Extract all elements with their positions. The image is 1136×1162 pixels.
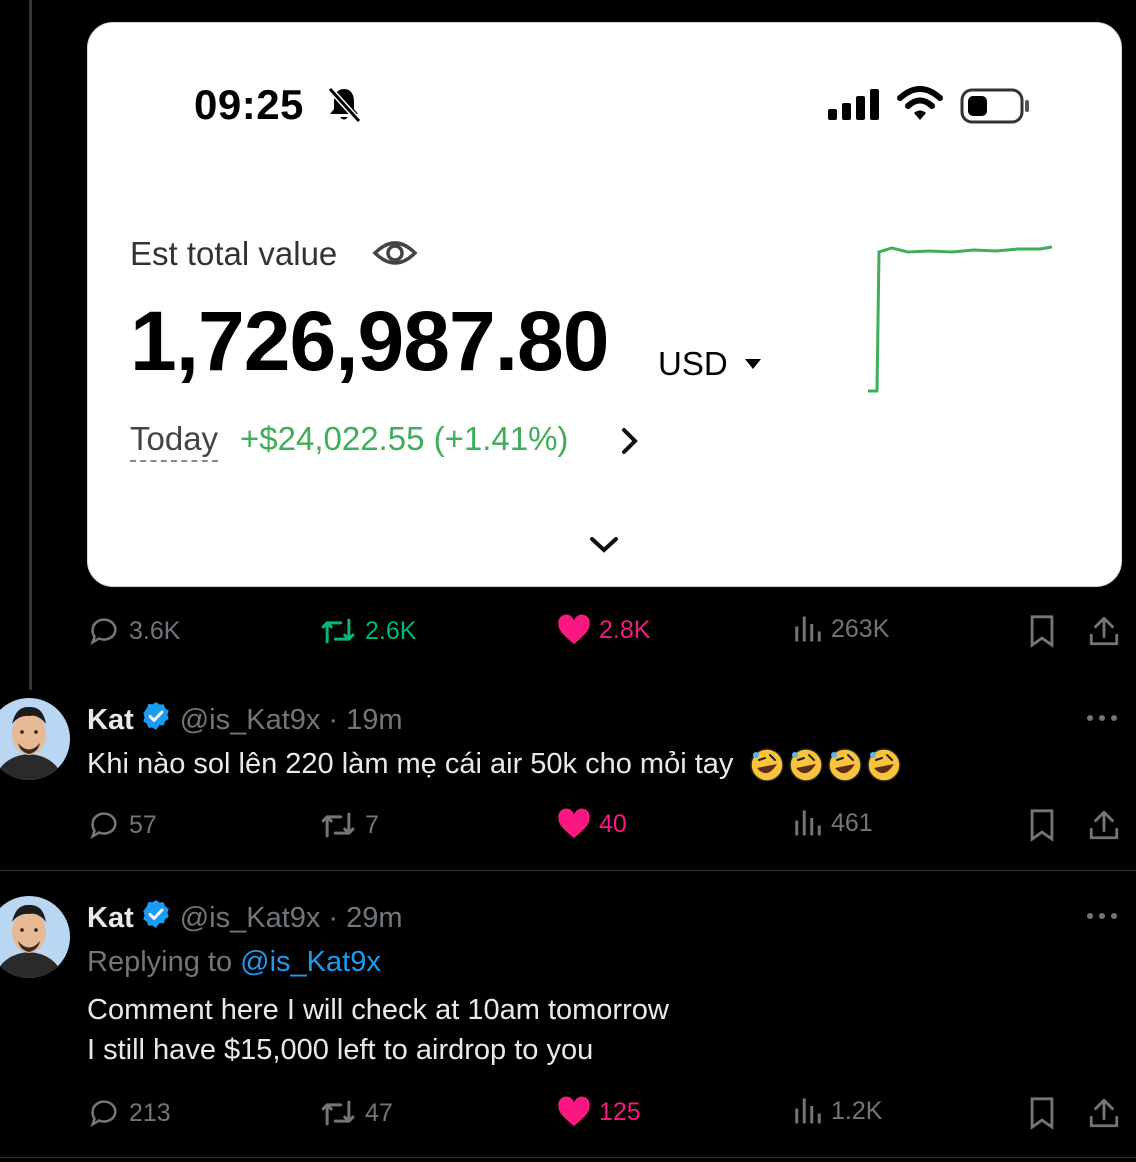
retweet-count: 7: [365, 810, 379, 839]
eye-icon[interactable]: [372, 233, 418, 278]
status-time: 09:25: [194, 81, 304, 128]
est-total-value-label: Est total value: [130, 235, 338, 272]
retweet-button[interactable]: 2.6K: [319, 614, 416, 648]
wifi-icon: [896, 86, 944, 127]
bookmark-icon: [1030, 809, 1054, 842]
retweet-count: 2.6K: [365, 616, 417, 645]
avatar[interactable]: [0, 698, 70, 780]
views-chart-icon: [795, 1098, 821, 1124]
reply-count: 213: [129, 1098, 171, 1127]
reply-count: 57: [129, 810, 157, 839]
replying-to-mention[interactable]: @is_Kat9x: [240, 946, 381, 978]
share-button[interactable]: [1087, 808, 1121, 842]
reply-tweet-2[interactable]: Kat @is_Kat9x · 29m Replying to @is_Kat9…: [0, 896, 1136, 1148]
reply-button[interactable]: 213: [87, 1096, 171, 1130]
views-count: 461: [831, 808, 873, 837]
user-handle[interactable]: @is_Kat9x: [180, 902, 321, 935]
like-count: 2.8K: [599, 615, 651, 644]
verified-badge-icon: [140, 700, 172, 740]
tweet-text-line-2: I still have $15,000 left to airdrop to …: [87, 1034, 594, 1066]
today-label: Today: [130, 420, 219, 462]
like-button[interactable]: 125: [557, 1096, 641, 1128]
value-sparkline: [864, 238, 1064, 403]
main-tweet-actions: 3.6K 2.6K 2.8K 263K: [87, 614, 1123, 654]
verified-badge-icon: [140, 898, 172, 938]
more-options-icon[interactable]: [1086, 710, 1118, 728]
reply-button[interactable]: 57: [87, 808, 157, 842]
tweet-time[interactable]: · 29m: [328, 902, 402, 935]
divider: [0, 1157, 1136, 1158]
tweet-actions: 57 7 40 461: [87, 808, 1123, 848]
chevron-right-icon[interactable]: [621, 427, 639, 460]
views-chart-icon: [795, 616, 821, 642]
reply-tweet-1[interactable]: Kat @is_Kat9x · 19m Khi nào sol lên 220 …: [0, 698, 1136, 870]
tweet-text: Khi nào sol lên 220 làm mẹ cái air 50k c…: [87, 744, 905, 784]
battery-icon: [960, 87, 1032, 130]
replying-to: Replying to @is_Kat9x: [87, 946, 381, 979]
cell-signal-icon: [828, 89, 879, 120]
retweet-count: 47: [365, 1098, 393, 1127]
display-name[interactable]: Kat: [87, 902, 134, 935]
divider: [0, 870, 1136, 871]
tweet-text-content: Khi nào sol lên 220 làm mẹ cái air 50k c…: [87, 748, 734, 780]
bookmark-button[interactable]: [1027, 808, 1057, 842]
tweet-actions: 213 47 125 1.2K: [87, 1096, 1123, 1136]
bookmark-icon: [1030, 615, 1054, 648]
like-count: 40: [599, 809, 627, 838]
reply-icon: [90, 812, 117, 840]
reply-icon: [90, 1100, 117, 1128]
views-button[interactable]: 1.2K: [793, 1096, 882, 1126]
retweet-icon: [321, 812, 355, 838]
total-value: 1,726,987.80: [130, 294, 609, 388]
more-options-icon[interactable]: [1086, 908, 1118, 926]
reply-count: 3.6K: [129, 616, 181, 645]
retweet-icon: [321, 618, 355, 644]
bookmark-button[interactable]: [1027, 1096, 1057, 1130]
bell-muted-icon: [326, 85, 362, 130]
like-button[interactable]: 2.8K: [557, 614, 650, 646]
heart-icon: [558, 614, 590, 645]
like-button[interactable]: 40: [557, 808, 627, 840]
currency-label[interactable]: USD: [658, 345, 728, 383]
views-button[interactable]: 461: [793, 808, 873, 838]
bookmark-icon: [1030, 1097, 1054, 1130]
views-count: 263K: [831, 614, 890, 643]
caret-down-icon[interactable]: [744, 357, 762, 375]
views-count: 1.2K: [831, 1096, 883, 1125]
retweet-button[interactable]: 7: [319, 808, 379, 842]
retweet-button[interactable]: 47: [319, 1096, 393, 1130]
media-card-screenshot[interactable]: 09:25 Est total value 1,726,987.80 USD T…: [87, 22, 1122, 587]
tweet-header: Kat @is_Kat9x · 19m: [87, 700, 403, 740]
share-icon: [1089, 616, 1119, 646]
share-button[interactable]: [1087, 614, 1121, 648]
retweet-icon: [321, 1100, 355, 1126]
like-count: 125: [599, 1097, 641, 1126]
avatar[interactable]: [0, 896, 70, 978]
share-icon: [1089, 1098, 1119, 1128]
tweet-time[interactable]: · 19m: [328, 704, 402, 737]
user-handle[interactable]: @is_Kat9x: [180, 704, 321, 737]
display-name[interactable]: Kat: [87, 704, 134, 737]
heart-icon: [558, 808, 590, 839]
share-icon: [1089, 810, 1119, 840]
reply-icon: [90, 618, 117, 646]
share-button[interactable]: [1087, 1096, 1121, 1130]
replying-to-prefix: Replying to: [87, 946, 233, 978]
tweet-text-line-1: Comment here I will check at 10am tomorr…: [87, 994, 669, 1026]
tweet-header: Kat @is_Kat9x · 29m: [87, 898, 403, 938]
today-change: +$24,022.55 (+1.41%): [240, 420, 569, 457]
reply-button[interactable]: 3.6K: [87, 614, 180, 648]
bookmark-button[interactable]: [1027, 614, 1057, 648]
views-chart-icon: [795, 810, 821, 836]
laughing-emoji-icon: [747, 748, 905, 783]
heart-icon: [558, 1096, 590, 1127]
thread-connector-line: [29, 0, 32, 690]
chevron-down-icon[interactable]: [588, 535, 620, 560]
views-button[interactable]: 263K: [793, 614, 889, 644]
